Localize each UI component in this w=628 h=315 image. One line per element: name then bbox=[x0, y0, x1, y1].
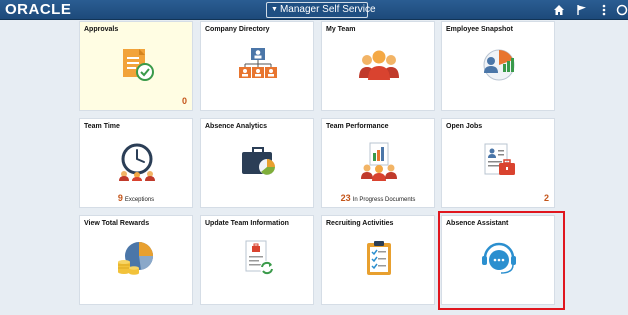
tile-recruiting-activities[interactable]: Recruiting Activities bbox=[321, 215, 435, 305]
tile-title: View Total Rewards bbox=[84, 220, 150, 227]
home-icon[interactable] bbox=[551, 2, 567, 18]
tile-title: Team Time bbox=[84, 123, 120, 130]
metric-value: 23 bbox=[340, 193, 351, 203]
metric-label: In Progress Documents bbox=[352, 197, 416, 203]
tile-absence-analytics[interactable]: Absence Analytics bbox=[200, 118, 314, 208]
caret-down-icon: ▼ bbox=[271, 6, 278, 13]
tile-approvals[interactable]: Approvals 0 bbox=[79, 21, 193, 111]
tile-title: Team Performance bbox=[326, 123, 389, 130]
tile-metric: 23 In Progress Documents bbox=[322, 193, 434, 203]
tile-title: My Team bbox=[326, 26, 356, 33]
tile-title: Company Directory bbox=[205, 26, 270, 33]
tile-company-directory[interactable]: Company Directory bbox=[200, 21, 314, 111]
tile-team-performance[interactable]: Team Performance 23 In Progress Documents bbox=[321, 118, 435, 208]
employee-snapshot-icon bbox=[483, 49, 515, 81]
tile-badge: 2 bbox=[543, 193, 549, 203]
tile-team-time[interactable]: Team Time 9 Exceptions bbox=[79, 118, 193, 208]
update-document-icon bbox=[245, 240, 274, 275]
navbar-icon[interactable] bbox=[616, 2, 628, 18]
performance-report-icon bbox=[361, 142, 397, 181]
homepage-selector[interactable]: ▼ Manager Self Service bbox=[266, 2, 376, 18]
briefcase-pie-icon bbox=[242, 147, 275, 175]
metric-value: 9 bbox=[117, 193, 123, 203]
tile-title: Approvals bbox=[84, 26, 119, 33]
tile-metric: 9 Exceptions bbox=[80, 193, 192, 203]
tile-employee-snapshot[interactable]: Employee Snapshot bbox=[441, 21, 555, 111]
top-banner: ORACLE ▼ Manager Self Service bbox=[0, 0, 628, 20]
tile-title: Recruiting Activities bbox=[326, 220, 394, 227]
tile-title: Employee Snapshot bbox=[446, 26, 513, 33]
rewards-pie-coins-icon bbox=[118, 242, 154, 275]
open-jobs-icon bbox=[484, 143, 515, 175]
tile-title: Absence Analytics bbox=[205, 123, 267, 130]
tile-my-team[interactable]: My Team bbox=[321, 21, 435, 111]
tile-view-total-rewards[interactable]: View Total Rewards bbox=[79, 215, 193, 305]
team-people-icon bbox=[359, 50, 399, 80]
flag-icon[interactable] bbox=[574, 2, 590, 18]
oracle-logo: ORACLE bbox=[5, 1, 72, 18]
team-time-clock-icon bbox=[119, 143, 155, 181]
tile-title: Update Team Information bbox=[205, 220, 289, 227]
org-chart-icon bbox=[239, 48, 277, 78]
tile-badge: 0 bbox=[181, 96, 187, 106]
metric-label: Exceptions bbox=[124, 197, 155, 203]
homepage-selector-label: Manager Self Service bbox=[279, 4, 376, 15]
tile-open-jobs[interactable]: Open Jobs 2 bbox=[441, 118, 555, 208]
tile-title: Open Jobs bbox=[446, 123, 483, 130]
highlight-box bbox=[438, 211, 565, 310]
more-vertical-icon[interactable] bbox=[596, 2, 612, 18]
clipboard-checklist-icon bbox=[367, 241, 391, 275]
approvals-document-check-icon bbox=[123, 49, 154, 81]
tile-update-team-information[interactable]: Update Team Information bbox=[200, 215, 314, 305]
